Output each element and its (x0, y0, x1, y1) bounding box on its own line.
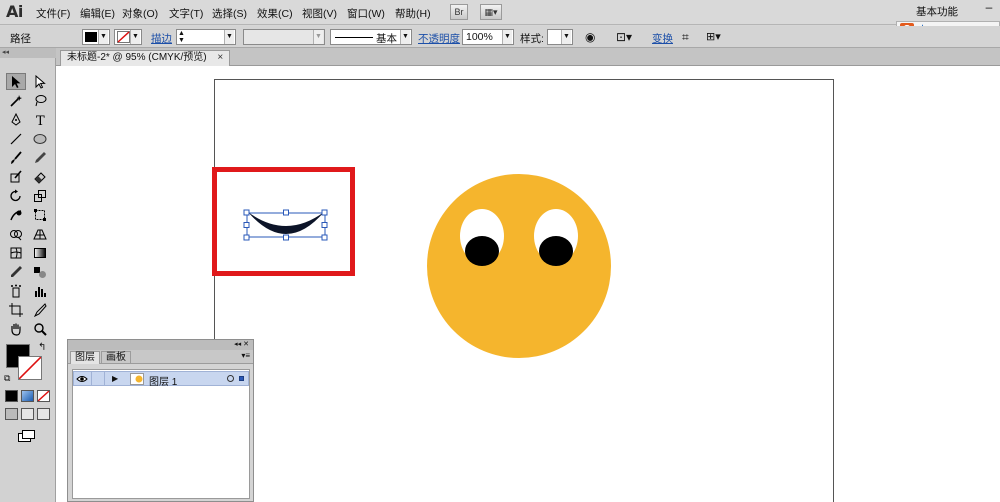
menu-type[interactable]: 文字(T) (169, 6, 203, 21)
menu-window[interactable]: 窗口(W) (347, 6, 385, 21)
layer-target-icon[interactable] (227, 375, 234, 382)
shape-builder-tool-icon[interactable] (6, 225, 26, 242)
close-tab-icon[interactable]: × (217, 52, 223, 63)
fill-swatch[interactable]: ▼ (82, 29, 110, 45)
draw-inside-icon[interactable] (37, 408, 50, 420)
right-pupil[interactable] (539, 236, 573, 266)
align-options-icon[interactable]: ⊡▾ (616, 30, 632, 46)
zoom-tool-icon[interactable] (30, 320, 50, 337)
variable-width-profile[interactable]: ▼ (243, 29, 325, 45)
stroke-color-swatch[interactable] (18, 356, 42, 380)
artboard-tool-icon[interactable] (6, 301, 26, 318)
blob-brush-tool-icon[interactable] (6, 168, 26, 185)
lasso-tool-icon[interactable] (30, 92, 50, 109)
opacity-link[interactable]: 不透明度 (418, 31, 460, 47)
menu-select[interactable]: 选择(S) (212, 6, 247, 21)
left-pupil[interactable] (465, 236, 499, 266)
perspective-grid-tool-icon[interactable] (30, 225, 50, 242)
document-tab-bar: 未标题-2* @ 95% (CMYK/预览) × (56, 48, 1000, 66)
selection-bounding-box[interactable] (243, 209, 328, 241)
scale-tool-icon[interactable] (30, 187, 50, 204)
free-transform-tool-icon[interactable] (30, 206, 50, 223)
gradient-tool-icon[interactable] (30, 244, 50, 261)
graphic-style-swatch[interactable]: ▼ (547, 29, 573, 45)
highlight-box (212, 167, 355, 276)
layer-name[interactable]: 图层 1 (149, 373, 177, 388)
layers-panel: ◂◂ ✕ 图层 画板 ▾≡ ▶ 图层 1 (67, 339, 254, 502)
expand-layer-icon[interactable]: ▶ (112, 374, 118, 383)
eraser-tool-icon[interactable] (30, 168, 50, 185)
layer-selection-indicator[interactable] (239, 376, 244, 381)
paintbrush-tool-icon[interactable] (6, 149, 26, 166)
blend-tool-icon[interactable] (30, 263, 50, 280)
minimize-button[interactable]: – (980, 1, 998, 16)
stroke-swatch[interactable]: ▼ (114, 29, 142, 45)
menu-help[interactable]: 帮助(H) (395, 6, 431, 21)
svg-text:T: T (36, 114, 45, 127)
symbol-sprayer-tool-icon[interactable] (6, 282, 26, 299)
mesh-tool-icon[interactable] (6, 244, 26, 261)
app-logo: Ai (6, 2, 23, 21)
column-graph-tool-icon[interactable] (30, 282, 50, 299)
tab-layers[interactable]: 图层 (70, 351, 100, 364)
type-tool-icon[interactable]: T (30, 111, 50, 128)
document-tab[interactable]: 未标题-2* @ 95% (CMYK/预览) × (60, 50, 231, 66)
menu-effect[interactable]: 效果(C) (257, 6, 293, 21)
recolor-artwork-icon[interactable]: ◉ (585, 30, 595, 46)
slice-tool-icon[interactable] (30, 301, 50, 318)
menu-file[interactable]: 文件(F) (36, 6, 70, 21)
transform-link[interactable]: 变换 (652, 31, 673, 47)
pen-tool-icon[interactable] (6, 111, 26, 128)
selection-tool-icon[interactable] (6, 73, 26, 90)
draw-behind-icon[interactable] (21, 408, 34, 420)
stroke-panel-link[interactable]: 描边 (151, 31, 172, 47)
rotate-tool-icon[interactable] (6, 187, 26, 204)
gradient-mode-icon[interactable] (21, 390, 34, 402)
opacity-field[interactable]: 100% ▼ (462, 29, 514, 45)
default-colors-icon[interactable]: ⧉ (4, 373, 10, 384)
line-tool-icon[interactable] (6, 130, 26, 147)
menu-object[interactable]: 对象(O) (122, 6, 158, 21)
layers-list: ▶ 图层 1 (72, 369, 250, 499)
panel-options-icon[interactable]: ⊞▾ (706, 30, 721, 46)
menu-view[interactable]: 视图(V) (302, 6, 337, 21)
menu-edit[interactable]: 编辑(E) (80, 6, 115, 21)
panel-menu-icon[interactable]: ▾≡ (241, 351, 250, 360)
document-title: 未标题-2* @ 95% (CMYK/预览) (67, 52, 207, 63)
bridge-button[interactable]: Br (450, 4, 468, 20)
control-bar: 路径 ▼ ▼ 描边 ▲ ▼ ▼ ▼ 基本 ▼ 不透明度 100% ▼ 样式: ▼ … (0, 26, 1000, 48)
screen-mode-icon[interactable] (18, 430, 36, 442)
selection-type-label: 路径 (10, 33, 31, 45)
magic-wand-tool-icon[interactable] (6, 92, 26, 109)
arrange-documents-button[interactable]: ▦▾ (480, 4, 502, 20)
warp-tool-icon[interactable] (6, 206, 26, 223)
tools-panel: T ↰ ⧉ (0, 58, 56, 502)
hand-tool-icon[interactable] (6, 320, 26, 337)
color-mode-icon[interactable] (5, 390, 18, 402)
style-label: 样式: (520, 33, 544, 45)
layer-row[interactable]: ▶ 图层 1 (73, 371, 249, 388)
lock-toggle[interactable] (91, 372, 105, 386)
eyedropper-tool-icon[interactable] (6, 263, 26, 280)
brush-definition[interactable]: 基本 ▼ (330, 29, 412, 45)
isolate-icon[interactable]: ⌗ (682, 30, 689, 46)
visibility-eye-icon[interactable] (76, 373, 88, 385)
layers-panel-header[interactable]: ◂◂ ✕ (68, 340, 253, 350)
menu-bar: Ai 文件(F) 编辑(E) 对象(O) 文字(T) 选择(S) 效果(C) 视… (0, 0, 1000, 25)
layer-thumbnail (130, 373, 144, 385)
stroke-weight-field[interactable]: ▲ ▼ ▼ (176, 29, 236, 45)
direct-selection-tool-icon[interactable] (30, 73, 50, 90)
no-stroke-icon (117, 31, 130, 43)
swap-colors-icon[interactable]: ↰ (38, 342, 46, 353)
tab-artboards[interactable]: 画板 (101, 351, 131, 364)
pencil-tool-icon[interactable] (30, 149, 50, 166)
workspace-switcher[interactable]: 基本功能 (916, 4, 958, 19)
face-circle[interactable] (427, 174, 611, 358)
none-mode-icon[interactable] (37, 390, 50, 402)
ellipse-tool-icon[interactable] (30, 130, 50, 147)
draw-normal-icon[interactable] (5, 408, 18, 420)
tools-panel-header[interactable]: ◂◂ (0, 48, 56, 58)
layers-panel-tabs: 图层 画板 ▾≡ (68, 350, 253, 364)
